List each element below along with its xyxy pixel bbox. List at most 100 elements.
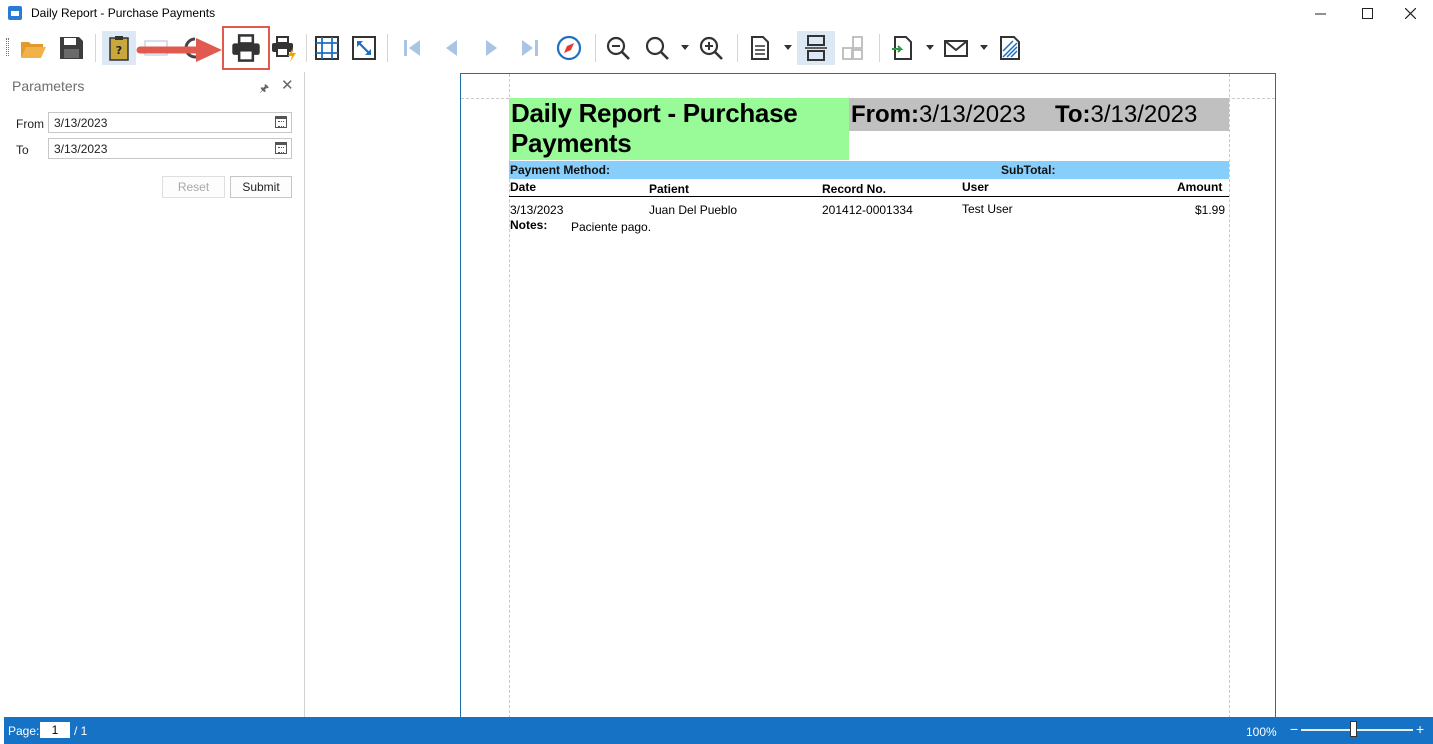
report-title: Daily Report - Purchase Payments: [509, 98, 849, 160]
continuous-icon: [805, 35, 827, 61]
reset-button[interactable]: Reset: [162, 176, 225, 198]
from-date-field[interactable]: 3/13/2023: [48, 112, 292, 133]
report-viewer[interactable]: Daily Report - Purchase Payments From:3/…: [306, 72, 1433, 733]
zoom-out-icon: [606, 36, 630, 60]
zoom-plus-icon[interactable]: +: [1416, 721, 1424, 737]
quick-print-icon: [272, 36, 296, 62]
column-header-user: User: [962, 180, 989, 194]
right-margin-guide: [1229, 74, 1230, 733]
next-page-icon: [486, 40, 497, 56]
page-layout-icon: [751, 36, 769, 60]
close-window-button[interactable]: [1387, 0, 1433, 26]
navigate-button[interactable]: [552, 31, 586, 65]
parameters-panel: Parameters 🖈 ✕ From 3/13/2023 To 3/13/20…: [0, 72, 305, 717]
report-from-label: From:: [851, 101, 919, 128]
multi-page-icon: [842, 36, 863, 60]
multi-page-button[interactable]: [836, 31, 870, 65]
toolbar-separator: [737, 34, 738, 62]
export-icon: [892, 36, 912, 60]
fit-page-button[interactable]: [347, 31, 381, 65]
from-date-value: 3/13/2023: [54, 116, 108, 130]
page-setup-button[interactable]: [310, 31, 344, 65]
previous-page-button[interactable]: [434, 31, 468, 65]
parameters-title: Parameters: [12, 78, 85, 94]
page-label: Page:: [8, 724, 40, 738]
submit-button[interactable]: Submit: [230, 176, 292, 198]
export-dropdown-caret[interactable]: [926, 45, 934, 50]
zoom-slider-thumb[interactable]: [1350, 721, 1357, 737]
page-total: / 1: [74, 724, 88, 738]
zoom-level: 100%: [1246, 725, 1277, 739]
toolbar-separator: [95, 34, 96, 62]
zoom-slider[interactable]: [1301, 729, 1413, 731]
maximize-icon: [1361, 7, 1373, 19]
report-to-label: To:: [1055, 101, 1091, 128]
last-page-button[interactable]: [513, 31, 547, 65]
report-from-value: 3/13/2023: [919, 101, 1026, 128]
email-button[interactable]: [939, 31, 973, 65]
zoom-button[interactable]: [640, 31, 674, 65]
maximize-button[interactable]: [1344, 0, 1390, 26]
document-map-icon: ?: [109, 36, 129, 61]
toolbar-grip[interactable]: [6, 38, 9, 56]
email-dropdown-caret[interactable]: [980, 45, 988, 50]
export-button[interactable]: [886, 31, 920, 65]
continuous-view-button[interactable]: [797, 31, 835, 65]
subtotal-label: SubTotal:: [1001, 163, 1056, 177]
close-icon: [1404, 7, 1416, 19]
compass-icon: [556, 35, 582, 61]
fit-page-icon: [352, 36, 376, 60]
watermark-button[interactable]: [993, 31, 1027, 65]
document-map-button[interactable]: ?: [102, 31, 136, 65]
first-page-icon: [404, 40, 420, 56]
to-label: To: [16, 143, 29, 157]
pin-icon[interactable]: 🖈: [259, 80, 269, 99]
first-page-button[interactable]: [395, 31, 429, 65]
notes-value: Paciente pago.: [571, 220, 652, 234]
row-amount: $1.99: [1195, 203, 1226, 217]
print-icon: [232, 34, 260, 62]
open-button[interactable]: [16, 31, 50, 65]
print-button[interactable]: [222, 26, 270, 70]
row-record: 201412-0001334: [822, 203, 913, 217]
save-icon: [60, 37, 83, 59]
page-number-input[interactable]: 1: [40, 722, 70, 738]
payment-method-label: Payment Method:: [510, 163, 611, 177]
page-layout-button[interactable]: [743, 31, 777, 65]
calendar-icon[interactable]: [275, 116, 287, 128]
title-bar: Daily Report - Purchase Payments: [0, 0, 1433, 26]
svg-text:?: ?: [116, 44, 122, 57]
zoom-minus-icon[interactable]: −: [1290, 721, 1298, 737]
zoom-out-button[interactable]: [601, 31, 635, 65]
window-title: Daily Report - Purchase Payments: [31, 6, 216, 20]
next-page-button[interactable]: [475, 31, 509, 65]
watermark-icon: [1000, 36, 1020, 60]
header-divider: [509, 196, 1229, 197]
column-header-record: Record No.: [822, 182, 887, 196]
app-icon: [8, 6, 22, 20]
quick-print-button[interactable]: [268, 31, 302, 65]
toolbar-separator: [879, 34, 880, 62]
column-header-amount: Amount: [1177, 180, 1223, 194]
save-button[interactable]: [54, 31, 88, 65]
to-date-value: 3/13/2023: [54, 142, 108, 156]
calendar-icon[interactable]: [275, 142, 287, 154]
column-header-date: Date: [510, 180, 537, 194]
zoom-dropdown-caret[interactable]: [681, 45, 689, 50]
zoom-icon: [645, 36, 669, 60]
zoom-in-button[interactable]: [694, 31, 728, 65]
folder-open-icon: [21, 42, 46, 58]
row-date: 3/13/2023: [510, 203, 564, 217]
minimize-button[interactable]: [1297, 0, 1343, 26]
last-page-icon: [522, 40, 538, 56]
toolbar-separator: [306, 34, 307, 62]
toolbar-separator: [595, 34, 596, 62]
to-date-field[interactable]: 3/13/2023: [48, 138, 292, 159]
page-layout-dropdown-caret[interactable]: [784, 45, 792, 50]
minimize-icon: [1314, 13, 1326, 14]
panel-close-icon[interactable]: ✕: [281, 76, 294, 94]
previous-page-icon: [446, 40, 457, 56]
column-header-patient: Patient: [649, 182, 690, 196]
zoom-in-icon: [699, 36, 723, 60]
from-label: From: [16, 117, 44, 131]
